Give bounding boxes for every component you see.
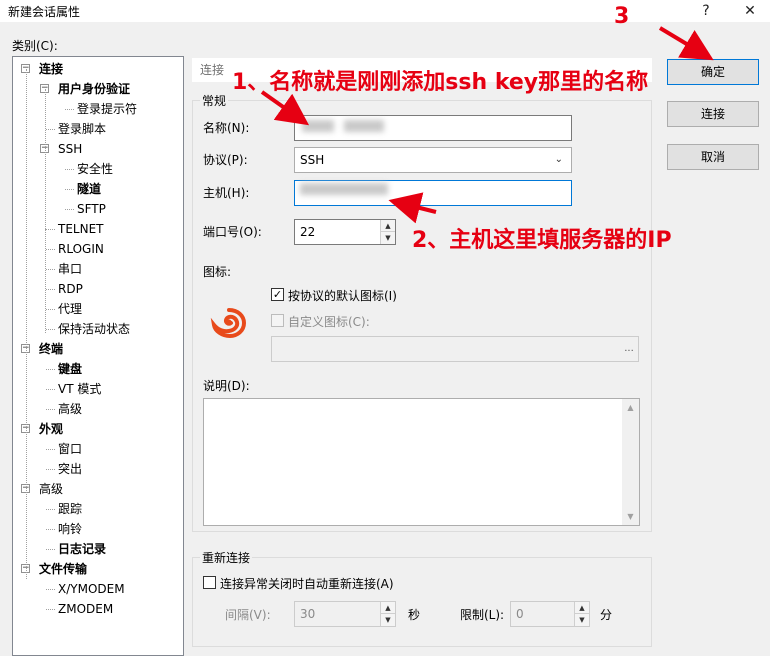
arrow-to-ok — [658, 26, 714, 61]
annotation-arrows — [260, 26, 714, 224]
arrow-to-name — [260, 90, 310, 126]
arrow-to-host — [388, 192, 437, 224]
